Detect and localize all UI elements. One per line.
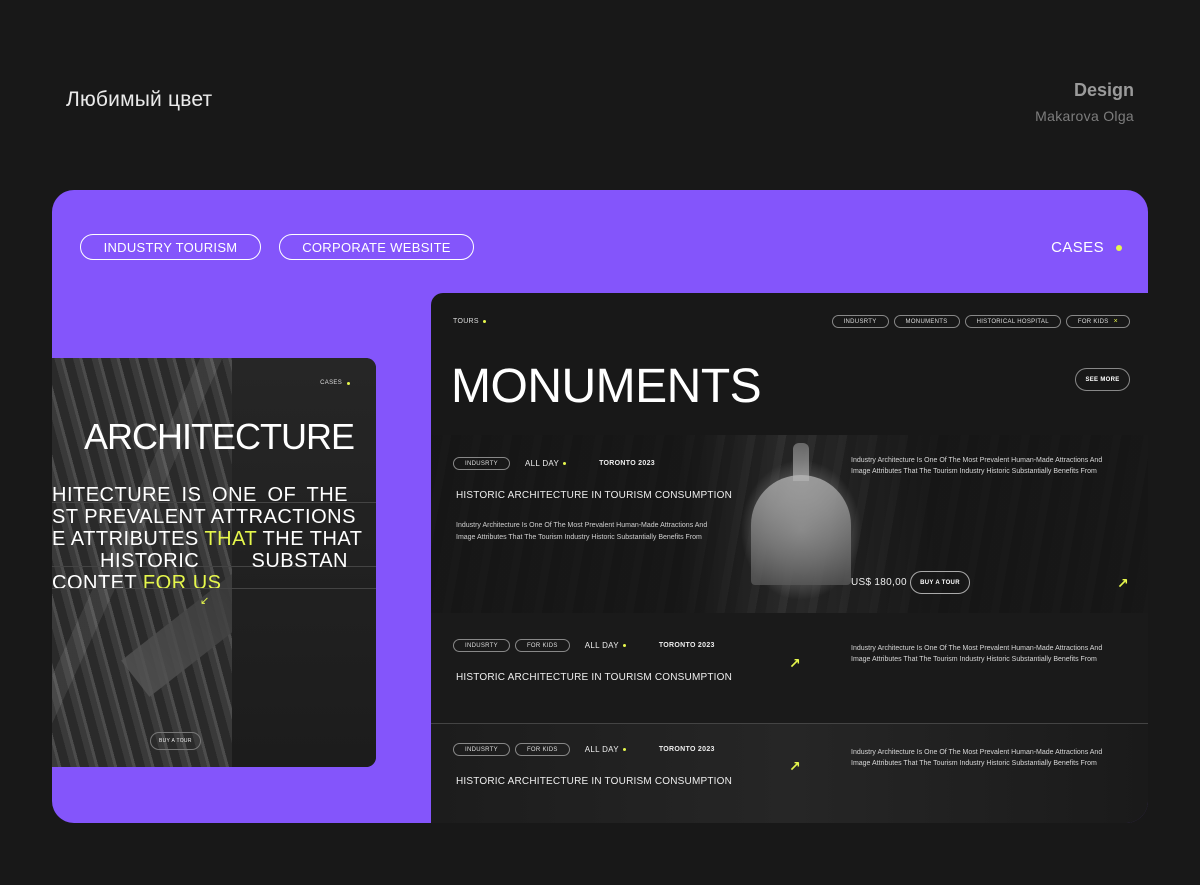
tours-label: TOURS: [453, 318, 479, 325]
row-tags: INDUSRTY ALL DAY TORONTO 2023: [453, 457, 655, 470]
row-heading: HISTORIC ARCHITECTURE IN TOURISM CONSUMP…: [456, 776, 733, 787]
text-highlight: THAT: [204, 528, 257, 550]
tag-industry[interactable]: INDUSRTY: [453, 743, 510, 756]
filter-tag-monuments[interactable]: MONUMENTS: [893, 315, 960, 328]
row-right-description: Industry Architecture Is One Of The Most…: [851, 457, 1103, 475]
monuments-card: TOURS INDUSRTY MONUMENTS HISTORICAL HOSP…: [431, 293, 1148, 823]
tours-link[interactable]: TOURS: [453, 318, 486, 325]
text-highlight: FOR US: [142, 572, 222, 594]
card-title: ARCHITECTURE: [83, 416, 355, 457]
pill-industry-tourism[interactable]: INDUSTRY TOURISM: [80, 234, 261, 260]
city-year: TORONTO 2023: [599, 460, 655, 467]
cases-link[interactable]: CASES: [1051, 239, 1122, 256]
arrow-up-right-icon[interactable]: ↗: [789, 655, 801, 672]
arrow-up-right-icon[interactable]: ↗: [789, 758, 801, 775]
showcase-panel: INDUSTRY TOURISM CORPORATE WEBSITE CASES…: [52, 190, 1148, 823]
buy-tour-button[interactable]: BUY A TOUR: [150, 732, 201, 750]
page-title: Любимый цвет: [66, 88, 213, 111]
row-right-description: Industry Architecture Is One Of The Most…: [851, 749, 1103, 767]
city-year: TORONTO 2023: [658, 642, 715, 649]
dot-icon: [563, 462, 567, 465]
tag-for-kids[interactable]: FOR KIDS: [514, 639, 570, 652]
architecture-card: CASES ARCHITECTURE HITECTURE IS ONE OF T…: [52, 358, 376, 767]
divider: [52, 588, 376, 589]
credit-role: Design: [1073, 80, 1134, 100]
all-day-text: ALL DAY: [584, 745, 619, 754]
card-text-line: E ATTRIBUTES THAT THE THAT: [52, 528, 362, 550]
see-more-button[interactable]: SEE MORE: [1075, 368, 1130, 391]
tour-row[interactable]: INDUSRTY FOR KIDS ALL DAY TORONTO 2023 H…: [431, 613, 1148, 724]
filter-tag-industry[interactable]: INDUSRTY: [831, 315, 889, 328]
all-day-text: ALL DAY: [524, 459, 560, 468]
pill-corporate-website[interactable]: CORPORATE WEBSITE: [279, 234, 474, 260]
card-text-line: HITECTURE IS ONE OF THE: [52, 484, 348, 506]
filter-tag-for-kids[interactable]: FOR KIDS ×: [1065, 315, 1130, 328]
card-cases-label: CASES: [320, 380, 342, 386]
arrow-down-left-icon[interactable]: ↙: [200, 594, 209, 607]
card-cases-link[interactable]: CASES: [320, 380, 350, 386]
all-day-label: ALL DAY: [585, 745, 626, 754]
filter-tag-historical-hospital[interactable]: HISTORICAL HOSPITAL: [964, 315, 1061, 328]
text-part: E ATTRIBUTES: [52, 528, 205, 550]
tag-label: FOR KIDS: [1077, 318, 1109, 325]
credit-author: Makarova Olga: [1035, 108, 1134, 124]
row-heading: HISTORIC ARCHITECTURE IN TOURISM CONSUMP…: [456, 672, 733, 683]
tag-industry[interactable]: INDUSRTY: [453, 639, 510, 652]
dot-icon: [622, 644, 626, 647]
text-part: CONTET: [52, 572, 143, 594]
row-heading: HISTORIC ARCHITECTURE IN TOURISM CONSUMP…: [456, 490, 733, 501]
row-tags: INDUSRTY FOR KIDS ALL DAY TORONTO 2023: [453, 639, 715, 652]
tag-industry[interactable]: INDUSRTY: [453, 457, 510, 470]
all-day-label: ALL DAY: [585, 641, 626, 650]
card-text-line: HISTORIC SUBSTAN: [100, 550, 348, 572]
card-text-line: ST PREVALENT ATTRACTIONS: [52, 506, 356, 528]
cathedral-dome: [751, 475, 851, 585]
all-day-label: ALL DAY: [524, 459, 567, 468]
dot-icon: [622, 748, 626, 751]
dot-icon: [482, 320, 486, 323]
filter-tags: INDUSRTY MONUMENTS HISTORICAL HOSPITAL F…: [831, 315, 1130, 328]
close-icon[interactable]: ×: [1114, 318, 1118, 325]
dot-icon: [1116, 244, 1122, 251]
all-day-text: ALL DAY: [584, 641, 619, 650]
city-year: TORONTO 2023: [658, 746, 715, 753]
row-tags: INDUSRTY FOR KIDS ALL DAY TORONTO 2023: [453, 743, 715, 756]
dot-icon: [347, 381, 350, 385]
row-right-description: Industry Architecture Is One Of The Most…: [851, 645, 1103, 663]
tour-price: US$ 180,00: [851, 577, 907, 588]
tour-row[interactable]: INDUSRTY ALL DAY TORONTO 2023 HISTORIC A…: [431, 435, 1148, 613]
tag-for-kids[interactable]: FOR KIDS: [514, 743, 570, 756]
cases-label: CASES: [1051, 239, 1104, 256]
row-description: Industry Architecture Is One Of The Most…: [456, 522, 708, 541]
arrow-up-right-icon[interactable]: ↗: [1117, 575, 1129, 592]
buy-tour-button[interactable]: BUY A TOUR: [910, 571, 970, 594]
monuments-title: MONUMENTS: [451, 360, 762, 413]
tour-row[interactable]: INDUSRTY FOR KIDS ALL DAY TORONTO 2023 H…: [431, 724, 1148, 823]
text-part: THE THAT: [256, 528, 363, 550]
card-text-line: CONTET FOR US: [52, 572, 221, 594]
